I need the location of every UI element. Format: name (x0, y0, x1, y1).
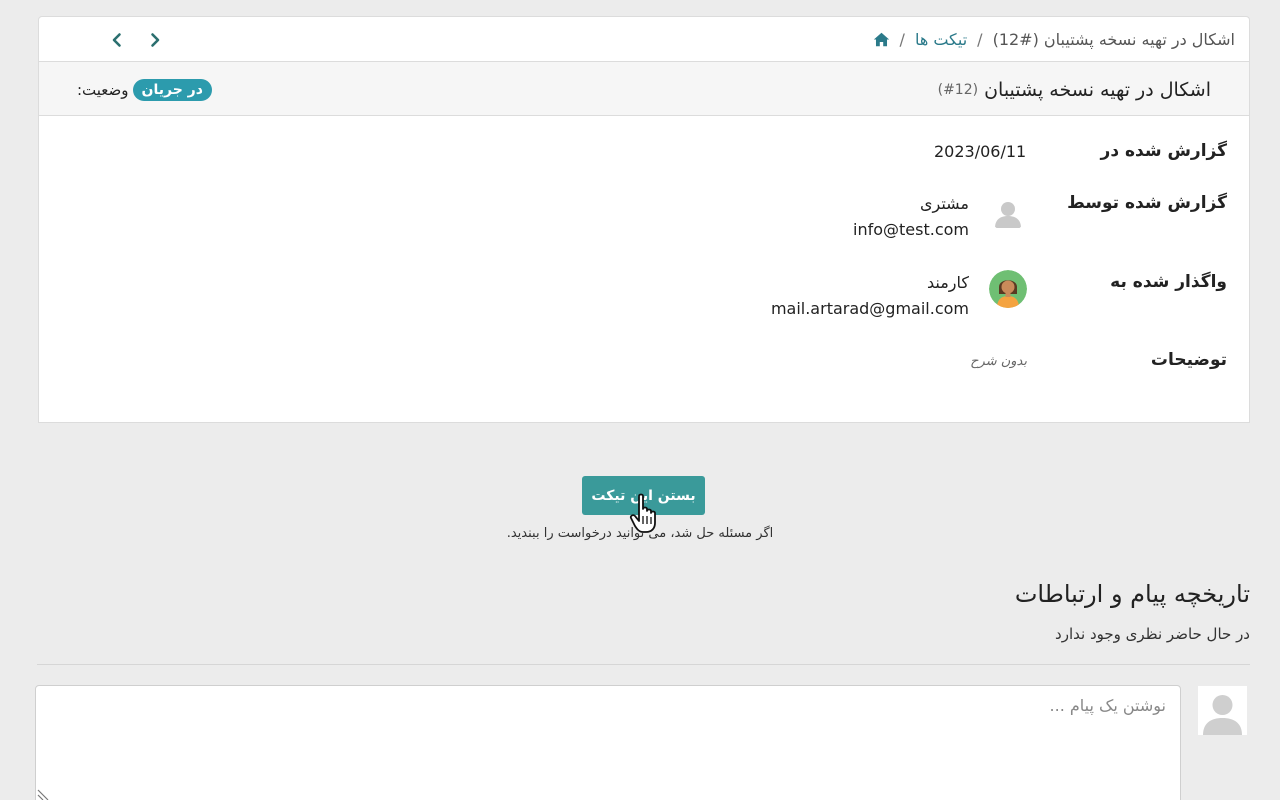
chevron-left-icon[interactable] (109, 32, 125, 48)
description-label: توضیحات (1150, 350, 1227, 370)
message-input[interactable] (35, 685, 1181, 800)
ticket-title-text: اشکال در تهیه نسخه پشتیبان (984, 78, 1211, 101)
ticket-ref: (#12) (937, 81, 979, 98)
breadcrumb-bar: / تیکت ها / اشکال در تهیه نسخه پشتیبان (… (38, 16, 1250, 61)
assigned-to-name: کارمند (926, 273, 969, 292)
history-empty-text: در حال حاضر نظری وجود ندارد (1055, 625, 1250, 643)
reported-by-avatar (989, 194, 1027, 232)
breadcrumb: / تیکت ها / اشکال در تهیه نسخه پشتیبان (… (873, 17, 1235, 62)
chevron-right-icon[interactable] (147, 32, 163, 48)
resize-handle-icon[interactable] (37, 786, 51, 800)
breadcrumb-current: اشکال در تهیه نسخه پشتیبان (#12) (992, 30, 1235, 49)
assigned-to-avatar (989, 270, 1027, 308)
divider (37, 664, 1250, 665)
history-title: تاریخچه پیام و ارتباطات (1014, 580, 1250, 608)
breadcrumb-separator: / (899, 30, 905, 49)
ticket-status: وضعیت: در جریان (77, 62, 212, 117)
reported-by-name: مشتری (919, 194, 969, 213)
status-badge: در جریان (132, 78, 212, 101)
breadcrumb-tickets-link[interactable]: تیکت ها (915, 30, 967, 49)
pager (109, 17, 163, 62)
assigned-to-label: واگذار شده به (1110, 272, 1227, 292)
ticket-details: گزارش شده در 2023/06/11 گزارش شده توسط م… (38, 116, 1250, 423)
ticket-header: اشکال در تهیه نسخه پشتیبان (#12) وضعیت: … (38, 61, 1250, 116)
reported-by-label: گزارش شده توسط (1067, 193, 1227, 213)
user-avatar (1198, 686, 1247, 735)
ticket-title: اشکال در تهیه نسخه پشتیبان (#12) (938, 62, 1211, 117)
home-icon[interactable] (873, 31, 890, 48)
reported-by-email[interactable]: info@test.com (853, 220, 969, 239)
hand-pointer-icon (628, 492, 662, 534)
breadcrumb-separator: / (977, 30, 983, 49)
assigned-to-email[interactable]: mail.artarad@gmail.com (771, 299, 969, 318)
status-label: وضعیت: (77, 80, 129, 99)
description-value: بدون شرح (970, 354, 1027, 369)
reported-on-value: 2023/06/11 (934, 142, 1027, 161)
reported-on-label: گزارش شده در (1100, 141, 1227, 161)
